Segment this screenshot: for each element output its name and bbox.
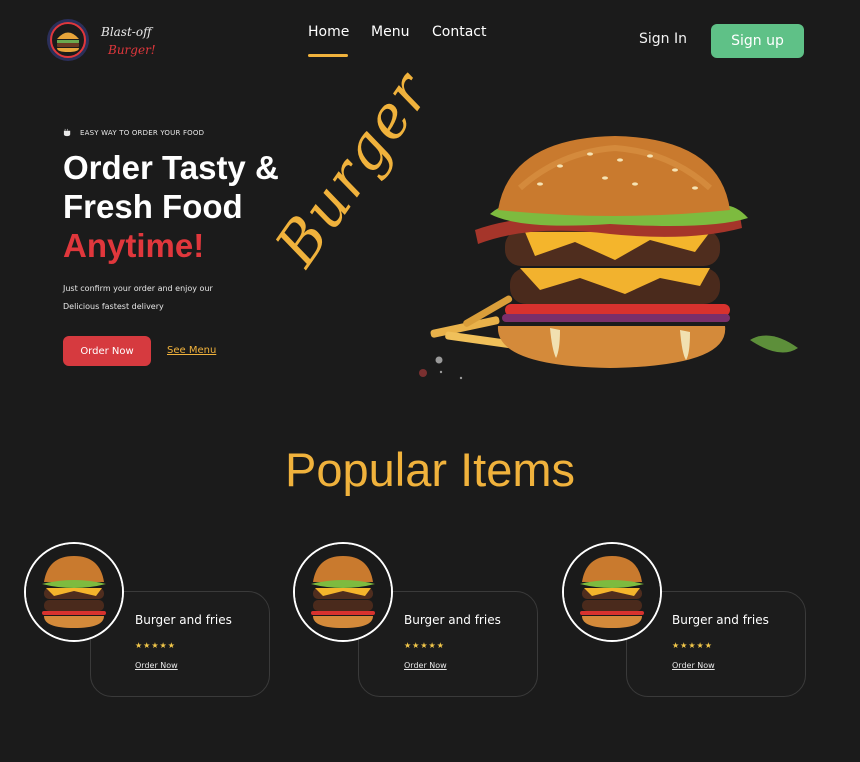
active-nav-indicator	[308, 54, 348, 57]
brand-name: Blast-off Burger!	[101, 23, 156, 59]
brand-name-line2: Burger!	[108, 43, 156, 57]
nav-item-menu[interactable]: Menu	[371, 24, 409, 40]
popular-items-title: Popular Items	[285, 443, 575, 496]
nav-item-contact[interactable]: Contact	[432, 24, 486, 40]
hero-title-line2: Fresh Food	[63, 188, 243, 225]
hero-eyebrow: EASY WAY TO ORDER YOUR FOOD	[63, 128, 204, 137]
nav-item-home[interactable]: Home	[308, 24, 349, 40]
hero-title-accent: Anytime!	[63, 227, 205, 264]
popular-item-image	[24, 542, 124, 642]
popular-item-image	[293, 542, 393, 642]
burger-thumbnail-icon	[26, 544, 122, 640]
hero-burger-image	[410, 118, 810, 388]
coffee-cup-icon	[63, 128, 71, 137]
burger-thumbnail-icon	[295, 544, 391, 640]
popular-item-name: Burger and fries	[672, 613, 769, 627]
hero-title: Order Tasty & Fresh Food Anytime!	[63, 148, 279, 265]
rating-stars: ★★★★★	[404, 641, 445, 650]
see-menu-link[interactable]: See Menu	[167, 345, 216, 356]
item-order-now-link[interactable]: Order Now	[135, 661, 178, 670]
popular-item-name: Burger and fries	[404, 613, 501, 627]
burger-logo-icon	[47, 19, 89, 61]
popular-item-image	[562, 542, 662, 642]
burger-thumbnail-icon	[564, 544, 660, 640]
hero-description-line1: Just confirm your order and enjoy our	[63, 284, 213, 293]
popular-item-name: Burger and fries	[135, 613, 232, 627]
hero-eyebrow-text: EASY WAY TO ORDER YOUR FOOD	[80, 128, 205, 137]
item-order-now-link[interactable]: Order Now	[404, 661, 447, 670]
sign-in-link[interactable]: Sign In	[639, 31, 687, 47]
burger-illustration	[419, 136, 798, 380]
hero-description: Just confirm your order and enjoy our De…	[63, 280, 283, 316]
hero-title-line1: Order Tasty &	[63, 149, 279, 186]
hero-description-line2: Delicious fastest delivery	[63, 302, 164, 311]
item-order-now-link[interactable]: Order Now	[672, 661, 715, 670]
rating-stars: ★★★★★	[672, 641, 713, 650]
rating-stars: ★★★★★	[135, 641, 176, 650]
sign-up-button[interactable]: Sign up	[711, 24, 804, 58]
main-nav: Home Menu Contact	[308, 24, 508, 44]
brand-name-line1: Blast-off	[101, 25, 152, 39]
brand-logo[interactable]	[46, 18, 90, 62]
order-now-button[interactable]: Order Now	[63, 336, 151, 366]
